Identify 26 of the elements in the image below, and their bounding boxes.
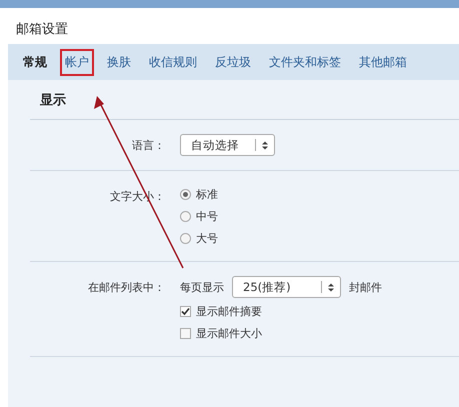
tab[interactable]: 换肤 xyxy=(102,48,136,76)
option-label: 显示邮件摘要 xyxy=(196,304,262,318)
option-label: 中号 xyxy=(196,208,218,224)
page-size-dropdown[interactable]: 25(推荐) xyxy=(232,276,341,298)
tab[interactable]: 文件夹和标签 xyxy=(264,48,346,76)
updown-icon xyxy=(328,282,334,292)
tab[interactable]: 常规 xyxy=(18,48,52,76)
updown-icon xyxy=(262,140,268,150)
tab[interactable]: 帐户 xyxy=(60,48,94,76)
option-label: 标准 xyxy=(196,186,218,202)
setting-label: 语言： xyxy=(132,139,165,152)
checkbox[interactable] xyxy=(180,328,191,338)
language-dropdown[interactable]: 自动选择 xyxy=(180,134,275,156)
radio-button[interactable] xyxy=(180,210,191,222)
radio-button[interactable] xyxy=(180,232,191,244)
setting-label: 在邮件列表中： xyxy=(88,281,165,294)
dialog-title: 邮箱设置 xyxy=(15,21,69,38)
radio-button[interactable] xyxy=(180,188,191,200)
setting-label: 封邮件 xyxy=(349,280,382,294)
checkbox[interactable] xyxy=(180,306,191,316)
option-label: 显示邮件大小 xyxy=(196,326,262,340)
option-label: 大号 xyxy=(196,230,218,246)
setting-label: 每页显示 xyxy=(180,280,224,294)
tab[interactable]: 其他邮箱 xyxy=(354,48,412,76)
tab[interactable]: 反垃圾 xyxy=(210,48,256,76)
tab[interactable]: 收信规则 xyxy=(144,48,202,76)
